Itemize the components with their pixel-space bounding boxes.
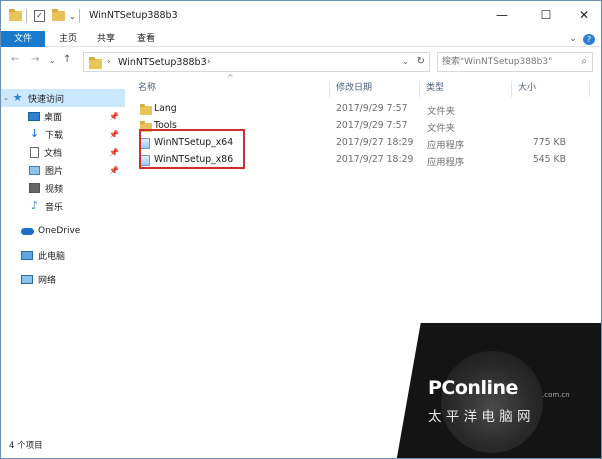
close-button[interactable]: ✕	[567, 5, 601, 25]
ribbon-tabs: 文件 主页 共享 查看 ⌄ ?	[1, 31, 601, 47]
navigation-bar: ← → ⌄ ↑ › WinNTSetup388b3 › ⌄ ↻ ⌕	[1, 48, 601, 76]
toolbar-separator	[26, 9, 27, 23]
sidebar-item-music[interactable]: ♪ 音乐	[1, 197, 125, 215]
sidebar-item-videos[interactable]: 视频	[1, 179, 125, 197]
sidebar-item-label: 视频	[45, 184, 64, 195]
file-type: 应用程序	[427, 157, 465, 168]
watermark-circle	[441, 351, 543, 453]
music-icon: ♪	[30, 199, 39, 212]
sidebar-item-label: 网络	[38, 275, 57, 286]
desktop-icon	[28, 111, 40, 121]
file-date: 2017/9/29 7:57	[336, 120, 408, 131]
address-bar[interactable]: › WinNTSetup388b3 › ⌄ ↻	[83, 52, 430, 72]
status-item-count: 4 个项目	[9, 441, 43, 451]
sidebar-item-this-pc[interactable]: 此电脑	[1, 246, 125, 264]
sort-ascending-icon: ^	[227, 73, 234, 82]
sidebar-item-label: 下载	[45, 130, 64, 141]
document-icon	[30, 146, 39, 158]
pin-icon: 📌	[109, 147, 119, 157]
column-divider[interactable]	[329, 81, 330, 97]
download-icon: ↓	[29, 127, 40, 140]
highlight-annotation	[139, 129, 245, 169]
sidebar-item-documents[interactable]: 文档 📌	[1, 143, 125, 161]
pin-icon: 📌	[109, 111, 119, 121]
quick-access-toolbar	[9, 9, 22, 23]
toolbar-separator	[79, 9, 80, 23]
back-button[interactable]: ←	[11, 54, 19, 65]
breadcrumb[interactable]: WinNTSetup388b3	[118, 57, 207, 68]
file-row[interactable]: Lang 2017/9/29 7:57 文件夹	[137, 101, 589, 118]
tab-home[interactable]: 主页	[53, 31, 83, 47]
network-icon	[21, 274, 33, 284]
videos-icon	[29, 183, 40, 193]
forward-button[interactable]: →	[31, 54, 39, 65]
file-name: Lang	[154, 103, 177, 114]
column-divider[interactable]	[419, 81, 420, 97]
star-icon: ★	[12, 91, 23, 104]
chevron-down-icon[interactable]: ⌄	[1, 94, 11, 102]
sidebar-item-pictures[interactable]: 图片 📌	[1, 161, 125, 179]
sidebar-item-network[interactable]: 网络	[1, 270, 125, 288]
minimize-button[interactable]: —	[485, 5, 519, 25]
pin-icon: 📌	[109, 129, 119, 139]
folder-icon	[89, 57, 102, 69]
file-date: 2017/9/29 7:57	[336, 103, 408, 114]
sidebar-item-label: 快速访问	[28, 94, 65, 105]
customize-toolbar-icon[interactable]: ⌄	[69, 12, 76, 21]
search-icon[interactable]: ⌕	[581, 56, 587, 67]
watermark-domain: .com.cn	[542, 391, 570, 399]
title-bar: ✓ ⌄ WinNTSetup388b3 — ☐ ✕	[1, 1, 601, 31]
file-size: 775 KB	[532, 137, 566, 148]
sidebar-item-quick-access[interactable]: ⌄ ★ 快速访问	[1, 89, 125, 107]
file-size: 545 KB	[532, 154, 566, 165]
file-date: 2017/9/27 18:29	[336, 154, 414, 165]
tab-file[interactable]: 文件	[1, 31, 45, 47]
file-date: 2017/9/27 18:29	[336, 137, 414, 148]
help-icon[interactable]: ?	[583, 34, 595, 45]
file-type: 文件夹	[427, 123, 455, 134]
sidebar-item-desktop[interactable]: 桌面 📌	[1, 107, 125, 125]
column-header-type[interactable]: 类型	[426, 79, 444, 97]
watermark-logo: PConline	[428, 377, 518, 399]
sidebar-item-label: 桌面	[44, 112, 63, 123]
column-divider[interactable]	[589, 81, 590, 97]
tab-view[interactable]: 查看	[131, 31, 161, 47]
search-box[interactable]: ⌕	[437, 52, 593, 72]
breadcrumb-separator-icon[interactable]: ›	[107, 57, 111, 67]
sidebar-item-downloads[interactable]: ↓ 下载 📌	[1, 125, 125, 143]
ribbon-expand-icon[interactable]: ⌄	[567, 31, 579, 47]
navigation-pane: ⌄ ★ 快速访问 桌面 📌 ↓ 下载 📌 文档 📌 图片 📌 视频 ♪ 音乐 O…	[1, 79, 125, 429]
column-header-name[interactable]: 名称	[138, 79, 156, 97]
new-folder-icon[interactable]	[52, 9, 65, 21]
breadcrumb-separator-icon[interactable]: ›	[207, 57, 211, 67]
up-button[interactable]: ↑	[63, 54, 71, 65]
sidebar-item-label: 文档	[44, 148, 63, 159]
pin-icon: 📌	[109, 165, 119, 175]
file-type: 文件夹	[427, 106, 455, 117]
watermark-name: 太平洋电脑网	[428, 409, 535, 425]
explorer-window: ✓ ⌄ WinNTSetup388b3 — ☐ ✕ 文件 主页 共享 查看 ⌄ …	[0, 0, 602, 459]
maximize-button[interactable]: ☐	[529, 5, 563, 25]
folder-icon	[140, 104, 152, 115]
sidebar-item-label: OneDrive	[38, 226, 81, 236]
column-divider[interactable]	[511, 81, 512, 97]
tab-share[interactable]: 共享	[91, 31, 121, 47]
refresh-icon[interactable]: ↻	[417, 56, 425, 67]
properties-check-icon[interactable]: ✓	[34, 10, 45, 22]
computer-icon	[21, 250, 33, 260]
sidebar-item-label: 此电脑	[38, 251, 66, 262]
recent-locations-button[interactable]: ⌄	[49, 56, 56, 65]
column-header-date[interactable]: 修改日期	[336, 79, 372, 97]
sidebar-item-label: 图片	[45, 166, 64, 177]
search-input[interactable]	[442, 55, 572, 69]
sidebar-item-label: 音乐	[45, 202, 64, 213]
column-header-size[interactable]: 大小	[518, 79, 536, 97]
folder-icon	[9, 9, 22, 21]
file-type: 应用程序	[427, 140, 465, 151]
sidebar-item-onedrive[interactable]: OneDrive	[1, 222, 125, 240]
cloud-icon	[21, 227, 34, 235]
pictures-icon	[29, 165, 40, 175]
window-title: WinNTSetup388b3	[89, 10, 178, 21]
address-dropdown-icon[interactable]: ⌄	[402, 57, 409, 66]
